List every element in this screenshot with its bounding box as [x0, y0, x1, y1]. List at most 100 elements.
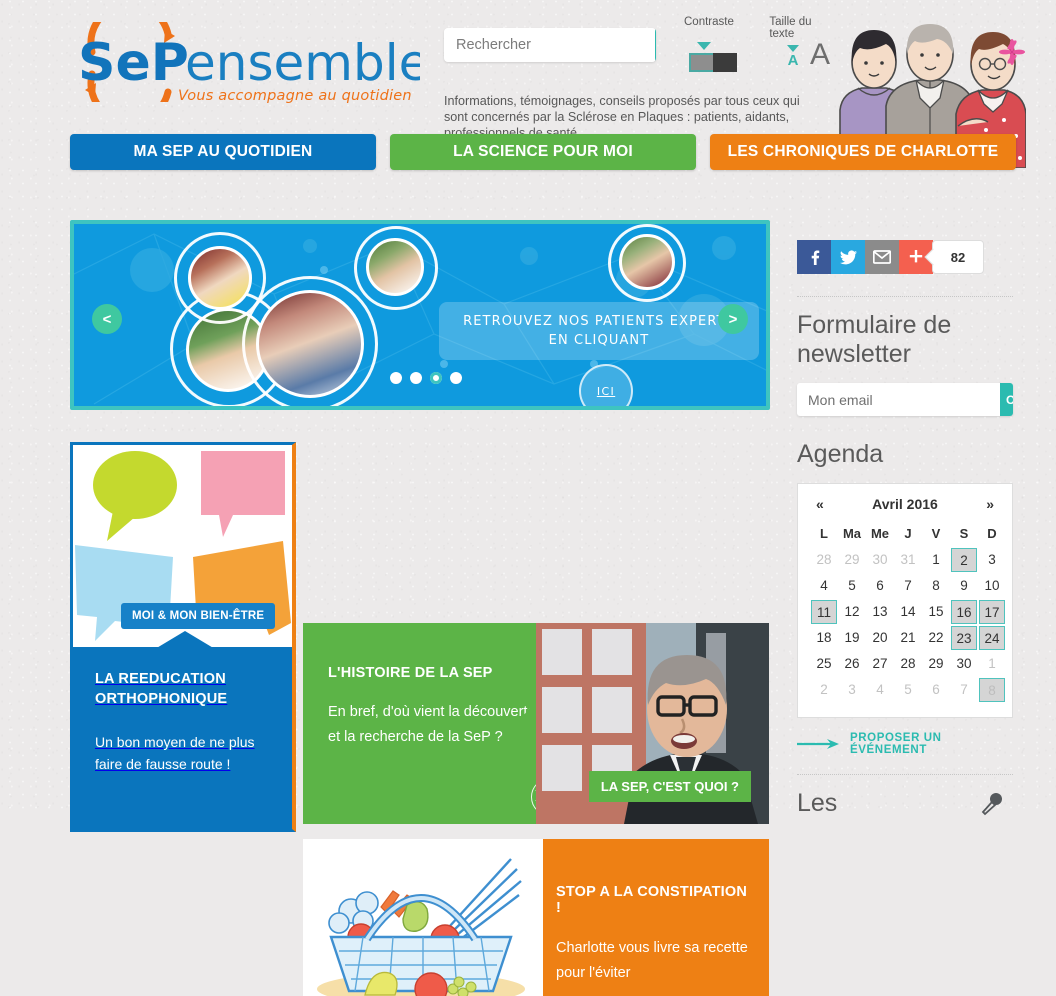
calendar-day: 29: [838, 547, 866, 573]
card-stop-constipation[interactable]: STOP A LA CONSTIPATION ! Charlotte vous …: [303, 839, 769, 996]
accessibility-controls: Contraste Taille du texte A A: [684, 16, 834, 72]
twitter-share-button[interactable]: [831, 240, 865, 274]
search-form[interactable]: OK: [444, 28, 656, 62]
carousel-dot-2[interactable]: [410, 372, 422, 384]
propose-event-label: PROPOSER UN ÉVÉNEMENT: [850, 732, 942, 756]
calendar-day-number: 19: [844, 630, 860, 645]
calendar-day: 9: [950, 573, 978, 599]
calendar-day-with-event[interactable]: 16: [950, 599, 978, 625]
calendar-day-number: 2: [951, 548, 977, 572]
carousel-dots[interactable]: [390, 372, 462, 384]
carousel-dot-1[interactable]: [390, 372, 402, 384]
newsletter-submit-button[interactable]: OK: [1000, 383, 1013, 416]
plus-icon: [909, 250, 923, 263]
contrast-dark-swatch[interactable]: [713, 53, 737, 72]
calendar-day: 29: [922, 651, 950, 677]
carousel-caption-line1: RETROUVEZ NOS PATIENTS EXPERTS: [463, 314, 735, 329]
textsize-caret-icon: [787, 45, 799, 52]
propose-event-link[interactable]: PROPOSER UN ÉVÉNEMENT: [797, 732, 1013, 756]
carousel-ici-button[interactable]: ICI: [579, 364, 633, 406]
calendar-day-number: 23: [951, 626, 977, 650]
sidebar-bottom-block: Les: [797, 774, 1013, 818]
calendar-day-number: 10: [984, 578, 1000, 593]
calendar-day: 4: [810, 573, 838, 599]
calendar-day: 28: [810, 547, 838, 573]
card-orange-title: STOP A LA CONSTIPATION !: [556, 884, 748, 916]
search-input[interactable]: [444, 28, 655, 62]
textsize-large-button[interactable]: A: [810, 40, 830, 70]
calendar-day-with-event[interactable]: 17: [978, 599, 1006, 625]
search-submit-button[interactable]: OK: [655, 28, 656, 62]
nav-item-la-science-pour-moi[interactable]: LA SCIENCE POUR MOI: [390, 134, 696, 170]
calendar-day-number: 3: [848, 682, 856, 697]
newsletter-form[interactable]: OK: [797, 383, 1013, 416]
carousel-dot-3-active[interactable]: [430, 372, 442, 384]
textsize-toggle[interactable]: A A: [785, 40, 830, 70]
calendar-day-number: 16: [951, 600, 977, 624]
calendar-day-with-event[interactable]: 23: [950, 625, 978, 651]
calendar-day-number: 18: [816, 630, 832, 645]
calendar-day: 5: [838, 573, 866, 599]
card-reeducation-orthophonique[interactable]: MOI & MON BIEN-ÊTRE LA REEDUCATION ORTHO…: [70, 442, 296, 832]
card-orange-text-block: STOP A LA CONSTIPATION ! Charlotte vous …: [556, 884, 756, 986]
nav-item-les-chroniques-de-charlotte[interactable]: LES CHRONIQUES DE CHARLOTTE: [710, 134, 1016, 170]
carousel-photo-woman-outdoor[interactable]: [366, 238, 424, 296]
calendar-weekday: J: [904, 526, 912, 541]
calendar-day-number: 22: [928, 630, 944, 645]
calendar-day-with-event[interactable]: 2: [950, 547, 978, 573]
facebook-share-button[interactable]: [797, 240, 831, 274]
calendar-day-number: 6: [876, 578, 884, 593]
contrast-toggle[interactable]: [689, 42, 737, 72]
textsize-small-letter: A: [787, 52, 799, 69]
calendar-day-number: 2: [820, 682, 828, 697]
calendar-day: 26: [838, 651, 866, 677]
contrast-label: Contraste: [684, 16, 734, 28]
nav-item-ma-sep-au-quotidien[interactable]: MA SEP AU QUOTIDIEN: [70, 134, 376, 170]
hero-carousel[interactable]: RETROUVEZ NOS PATIENTS EXPERTS EN CLIQUA…: [70, 220, 770, 410]
main-navigation[interactable]: MA SEP AU QUOTIDIEN LA SCIENCE POUR MOI …: [70, 134, 1016, 170]
calendar-weekday-row: L Ma Me J V S D: [810, 520, 1006, 547]
calendar-day: 2: [810, 677, 838, 703]
calendar-day-number: 7: [960, 682, 968, 697]
email-share-button[interactable]: [865, 240, 899, 274]
calendar-day-number: 4: [820, 578, 828, 593]
card-green-title: L'HISTOIRE DE LA SEP: [328, 665, 493, 681]
calendar-week-row: 25 26 27 28 29 30 1: [810, 651, 1006, 677]
agenda-title: Agenda: [797, 440, 884, 468]
calendar-day-number: 29: [844, 552, 860, 567]
calendar-day: 10: [978, 573, 1006, 599]
calendar-body[interactable]: 28 29 30 31 1 2 3 4 5 6 7 8 9 10 11 12 13 14 15 16 17 18 19 20 2…: [810, 547, 1006, 703]
contrast-light-swatch[interactable]: [689, 53, 713, 72]
calendar-day-with-event[interactable]: 24: [978, 625, 1006, 651]
textsize-small-button[interactable]: A: [785, 45, 801, 70]
carousel-photo-woman-yellow[interactable]: [188, 246, 252, 310]
calendar-day-number: 17: [979, 600, 1005, 624]
calendar-weekday: L: [820, 526, 828, 541]
calendar-day-number: 8: [979, 678, 1005, 702]
facebook-icon: [811, 250, 820, 265]
card-left-badge: MOI & MON BIEN-ÊTRE: [121, 603, 276, 629]
carousel-photo-woman-glasses[interactable]: [256, 290, 364, 398]
calendar-day-number: 30: [956, 656, 972, 671]
calendar-day-number: 13: [872, 604, 888, 619]
card-histoire-de-la-sep[interactable]: L'HISTOIRE DE LA SEP En bref, d'où vient…: [303, 623, 769, 824]
calendar-week-row: 2 3 4 5 6 78: [810, 677, 1006, 703]
calendar-next-month-button[interactable]: »: [980, 494, 1000, 514]
carousel-photo-woman-red[interactable]: [619, 234, 675, 290]
calendar-day-with-event[interactable]: 11: [810, 599, 838, 625]
calendar-prev-month-button[interactable]: «: [810, 494, 830, 514]
social-share-bar[interactable]: 82: [797, 240, 1013, 274]
calendar-day: 15: [922, 599, 950, 625]
calendar-day-number: 7: [904, 578, 912, 593]
agenda-calendar[interactable]: « Avril 2016 » L Ma Me J V S D 28 29 30 31 1…: [797, 483, 1013, 718]
calendar-day-number: 21: [900, 630, 916, 645]
calendar-day: 3: [978, 547, 1006, 573]
site-logo[interactable]: SeP ensemble: [70, 22, 420, 122]
calendar-day-number: 8: [932, 578, 940, 593]
calendar-day-number: 15: [928, 604, 944, 619]
calendar-day-with-event[interactable]: 8: [978, 677, 1006, 703]
carousel-next-button[interactable]: >: [718, 304, 748, 334]
carousel-prev-button[interactable]: <: [92, 304, 122, 334]
carousel-dot-4[interactable]: [450, 372, 462, 384]
newsletter-email-input[interactable]: [797, 383, 1000, 416]
